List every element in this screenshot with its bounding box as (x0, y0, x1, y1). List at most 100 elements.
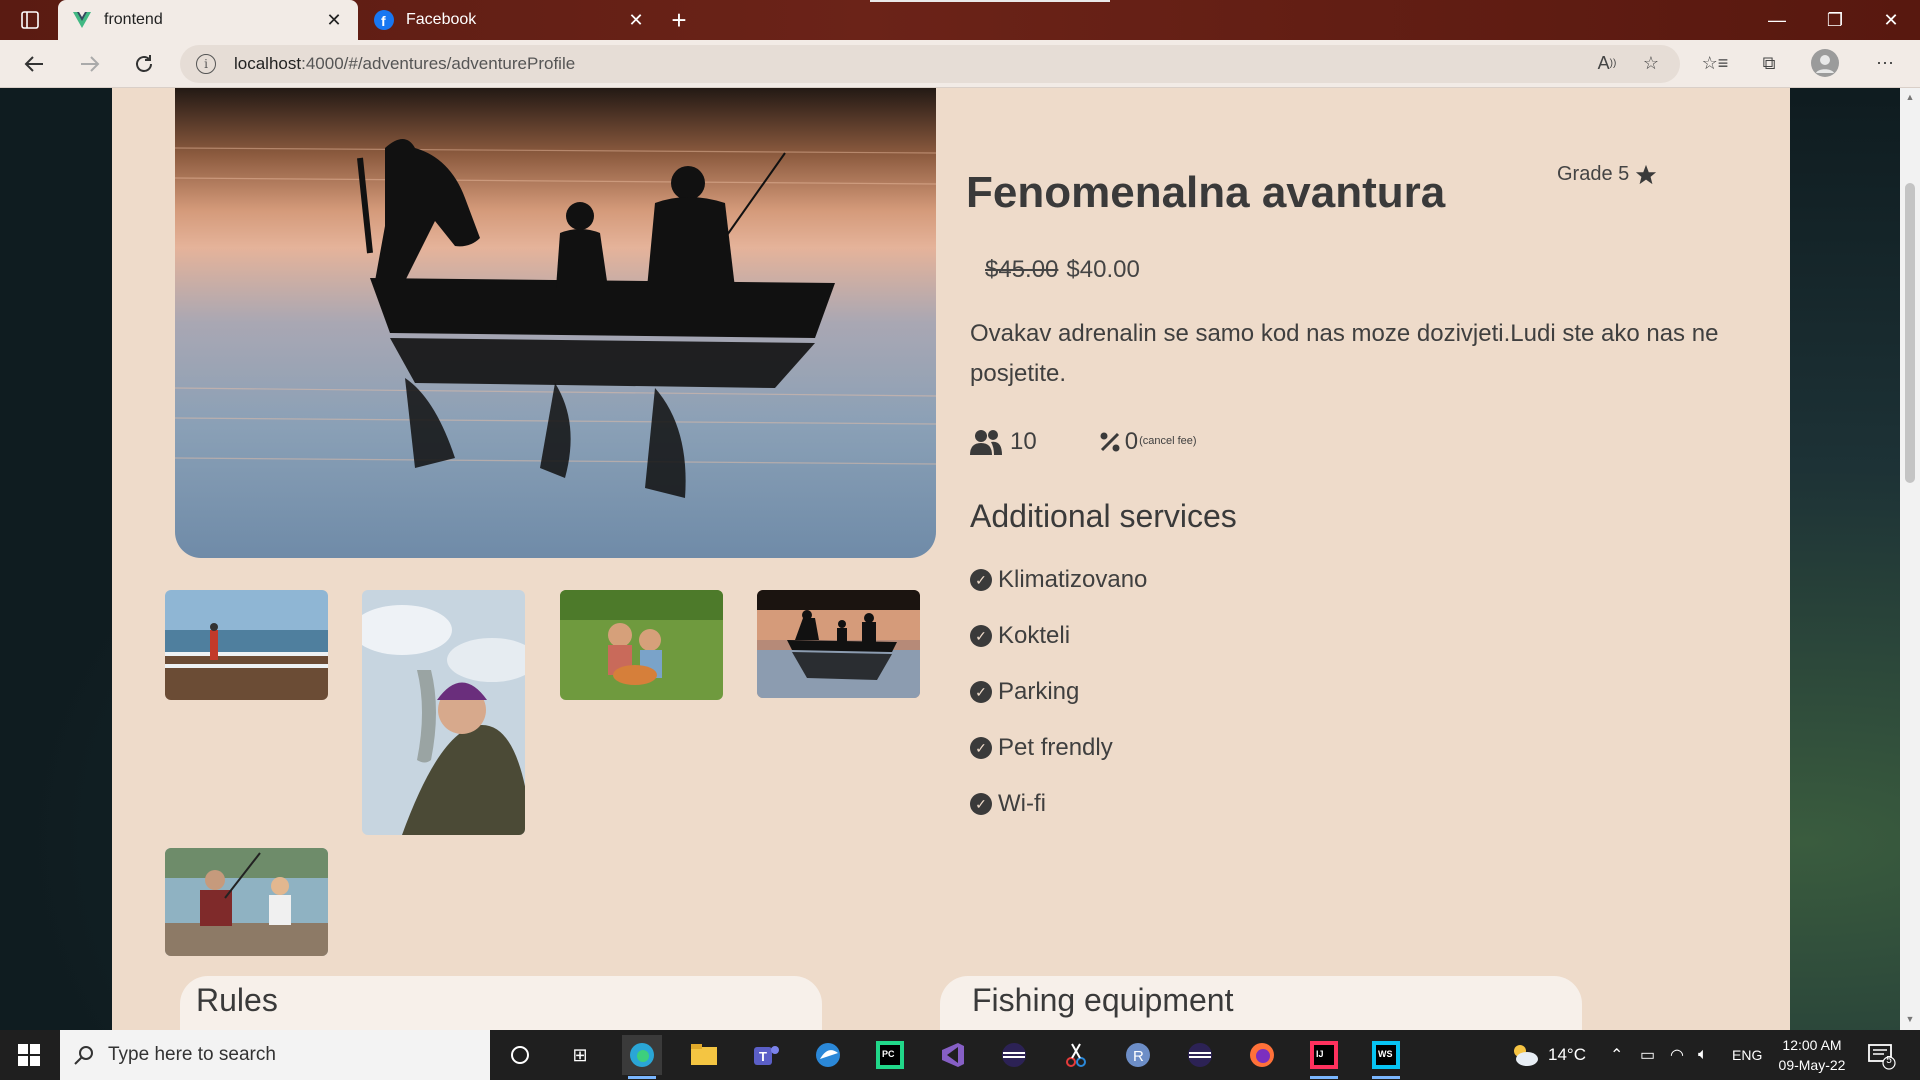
favorites-icon[interactable]: ☆≡ (1700, 48, 1730, 78)
scroll-up-icon[interactable]: ▲ (1904, 92, 1916, 104)
service-label: Klimatizovano (998, 566, 1148, 593)
edge-browser-icon[interactable] (622, 1035, 662, 1079)
gallery-thumbnail-boat[interactable] (757, 590, 920, 698)
cortana-icon[interactable] (500, 1035, 540, 1075)
service-item: ✓ Klimatizovano (970, 552, 1147, 608)
notification-center-button[interactable]: 5 (1866, 1040, 1896, 1070)
tab-facebook[interactable]: f Facebook ✕ (360, 0, 660, 40)
tab-frontend[interactable]: frontend ✕ (58, 0, 358, 40)
minimize-icon: — (1768, 9, 1786, 30)
fishing-equipment-card: Fishing equipment (940, 976, 1582, 1030)
collections-icon[interactable]: ⧉ (1754, 48, 1784, 78)
visual-studio-icon[interactable] (932, 1035, 972, 1075)
vertical-scrollbar[interactable]: ▲ ▼ (1900, 88, 1920, 1030)
service-item: ✓ Pet frendly (970, 720, 1147, 776)
app-shield-icon[interactable] (808, 1035, 848, 1075)
gallery-thumbnail-pier[interactable] (165, 590, 328, 700)
taskbar-search-input[interactable]: Type here to search (60, 1030, 490, 1080)
windows-logo-icon (18, 1044, 40, 1066)
refresh-icon (136, 55, 152, 72)
adventure-stats: 10 0 (cancel fee) (970, 428, 1197, 456)
check-circle-icon: ✓ (970, 569, 992, 591)
r-app-icon[interactable]: R (1118, 1035, 1158, 1075)
check-circle-icon: ✓ (970, 793, 992, 815)
url-field[interactable]: i localhost:4000/#/adventures/adventureP… (180, 45, 1680, 83)
start-button[interactable] (0, 1030, 58, 1080)
gallery-thumbnail-dock[interactable] (165, 848, 328, 956)
webstorm-icon[interactable]: WS (1366, 1035, 1406, 1079)
back-button[interactable] (16, 48, 52, 80)
browser-tab-bar: frontend ✕ f Facebook ✕ + — ❐ ✕ (0, 0, 1920, 40)
clock-time: 12:00 AM (1782, 1037, 1842, 1053)
weather-widget[interactable]: 14°C (1510, 1030, 1586, 1080)
intellij-icon[interactable]: IJ (1304, 1035, 1344, 1079)
read-aloud-icon[interactable]: A)) (1592, 48, 1622, 78)
teams-icon[interactable]: T (746, 1035, 786, 1075)
url-host: localhost (234, 54, 302, 73)
search-placeholder: Type here to search (108, 1044, 276, 1065)
windows-taskbar: Type here to search ⊞ T PC R IJ WS 14°C … (0, 1030, 1920, 1080)
adventure-profile: Fenomenalna avantura Grade 5 $45.00 $40.0… (112, 88, 1790, 1030)
gallery-thumbnail-fisherman[interactable] (362, 590, 525, 835)
volume-icon[interactable]: 🔈︎ (1698, 1030, 1708, 1080)
pycharm-icon[interactable]: PC (870, 1035, 910, 1075)
tab-title: Facebook (406, 11, 477, 28)
firefox-icon[interactable] (1242, 1035, 1282, 1075)
grade-label: Grade 5 (1557, 163, 1630, 185)
capacity-value: 10 (1010, 428, 1037, 455)
restore-button[interactable]: ❐ (1806, 0, 1864, 40)
file-explorer-icon[interactable] (684, 1035, 724, 1075)
weather-temperature: 14°C (1548, 1045, 1586, 1064)
check-circle-icon: ✓ (970, 681, 992, 703)
current-price: $40.00 (1066, 256, 1140, 283)
rules-card: Rules (180, 976, 822, 1030)
add-favorite-icon[interactable]: ☆ (1636, 48, 1666, 78)
gallery-thumbnail-kids[interactable] (560, 590, 723, 700)
cancel-fee-stat: 0 (cancel fee) (1099, 428, 1197, 456)
back-arrow-icon (24, 56, 43, 72)
close-tab-icon[interactable]: ✕ (324, 10, 344, 30)
additional-services-title: Additional services (970, 498, 1237, 534)
price: $45.00 $40.00 (985, 256, 1140, 284)
system-clock[interactable]: 12:00 AM 09-May-22 (1774, 1035, 1850, 1075)
minimize-button[interactable]: — (1748, 0, 1806, 40)
close-icon: ✕ (1883, 9, 1899, 30)
plus-icon: + (671, 4, 687, 35)
more-menu-icon[interactable]: ⋯ (1870, 48, 1900, 78)
close-window-button[interactable]: ✕ (1862, 0, 1920, 40)
svg-text:R: R (1133, 1048, 1144, 1065)
grade-rating: Grade 5 (1557, 163, 1657, 186)
restore-icon: ❐ (1826, 9, 1844, 30)
forward-arrow-icon (81, 56, 100, 72)
scroll-down-icon[interactable]: ▼ (1904, 1014, 1916, 1026)
facebook-icon: f (374, 10, 394, 30)
scrollbar-thumb[interactable] (1905, 183, 1915, 483)
profile-avatar[interactable] (1810, 48, 1840, 78)
eclipse-icon[interactable] (994, 1035, 1034, 1075)
svg-text:f: f (381, 13, 386, 29)
close-tab-icon[interactable]: ✕ (626, 10, 646, 30)
language-indicator[interactable]: ENG (1732, 1030, 1762, 1080)
forward-button[interactable] (72, 48, 108, 80)
loading-indicator (870, 0, 1110, 2)
tab-actions-button[interactable] (10, 6, 50, 34)
address-bar: i localhost:4000/#/adventures/adventureP… (0, 40, 1920, 88)
snipping-tool-icon[interactable] (1056, 1035, 1096, 1075)
svg-text:IJ: IJ (1316, 1049, 1324, 1059)
weather-cloud-icon (1514, 1045, 1538, 1066)
main-adventure-image (175, 88, 936, 558)
tray-show-hidden-icon[interactable]: ⌃ (1610, 1030, 1623, 1080)
cancel-fee-value: 0 (1124, 428, 1139, 455)
new-tab-button[interactable]: + (664, 4, 694, 35)
refresh-button[interactable] (126, 48, 162, 80)
eclipse-alt-icon[interactable] (1180, 1035, 1220, 1075)
wifi-icon[interactable]: ◠ (1670, 1030, 1684, 1080)
users-icon (970, 430, 1002, 455)
battery-icon[interactable]: ▭ (1640, 1030, 1655, 1080)
task-view-icon[interactable]: ⊞ (560, 1035, 600, 1075)
svg-text:WS: WS (1378, 1049, 1393, 1059)
site-info-icon[interactable]: i (196, 54, 216, 74)
notification-count: 5 (1886, 1055, 1892, 1066)
service-label: Kokteli (998, 622, 1071, 649)
svg-text:PC: PC (882, 1049, 895, 1059)
